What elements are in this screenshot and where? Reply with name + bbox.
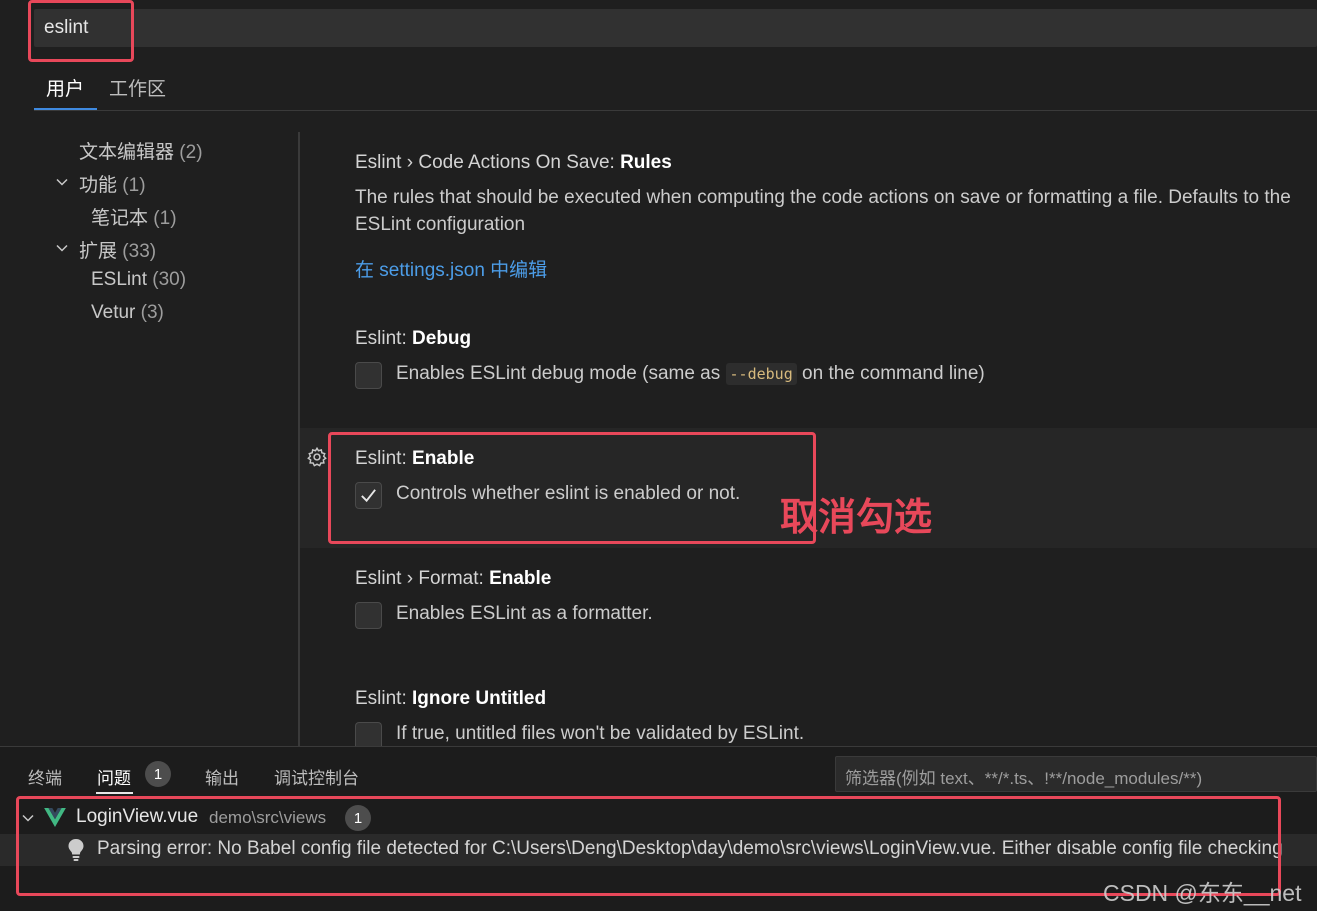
setting-title-debug: Eslint: Debug [355, 328, 472, 349]
panel-border[interactable] [0, 746, 1317, 747]
ignore-untitled-checkbox[interactable] [355, 722, 382, 746]
annotation-uncheck: 取消勾选 [780, 497, 933, 539]
setting-title-code-actions-rules: Eslint › Code Actions On Save: Rules [355, 152, 672, 173]
problems-count-badge: 1 [145, 761, 171, 787]
tab-user[interactable]: 用户 [46, 74, 84, 101]
format-enable-checkbox[interactable] [355, 602, 382, 629]
tree-item-text-editor[interactable]: 文本编辑器 (2) [79, 137, 203, 164]
gear-icon[interactable] [306, 446, 328, 468]
problem-highlight-box [16, 796, 1281, 896]
setting-desc-debug: Enables ESLint debug mode (same as --deb… [396, 363, 985, 385]
setting-desc-format-enable: Enables ESLint as a formatter. [396, 603, 653, 624]
panel-tab-terminal[interactable]: 终端 [28, 764, 62, 789]
chevron-down-icon[interactable] [56, 176, 68, 188]
csdn-watermark: CSDN @东东__net [1103, 880, 1302, 906]
settings-search-input[interactable] [44, 10, 644, 46]
tree-item-extensions[interactable]: 扩展 (33) [79, 236, 156, 263]
tree-item-notebook[interactable]: 笔记本 (1) [91, 203, 177, 230]
panel-tab-output[interactable]: 输出 [205, 764, 239, 789]
tabs-divider [34, 110, 1317, 111]
active-tab-indicator [34, 108, 97, 110]
setting-desc-ignore-untitled: If true, untitled files won't be validat… [396, 723, 805, 744]
tree-item-features[interactable]: 功能 (1) [79, 170, 146, 197]
panel-tab-problems[interactable]: 问题 [97, 764, 131, 789]
panel-tab-debug-console[interactable]: 调试控制台 [274, 764, 359, 789]
enable-highlight-box [328, 432, 816, 544]
chevron-down-icon[interactable] [56, 242, 68, 254]
tree-item-vetur[interactable]: Vetur (3) [91, 302, 164, 324]
search-highlight-box [28, 0, 134, 62]
setting-title-format-enable: Eslint › Format: Enable [355, 568, 552, 589]
debug-flag-code: --debug [725, 363, 797, 385]
active-panel-tab-indicator [96, 792, 133, 794]
edit-in-settings-json-link[interactable]: 在 settings.json 中编辑 [355, 255, 547, 282]
tab-workspace[interactable]: 工作区 [109, 74, 166, 101]
debug-checkbox[interactable] [355, 362, 382, 389]
setting-title-ignore-untitled: Eslint: Ignore Untitled [355, 688, 547, 709]
setting-desc-line: ESLint configuration [355, 214, 526, 235]
problems-filter-input[interactable]: 筛选器(例如 text、**/*.ts、!**/node_modules/**) [835, 756, 1317, 792]
setting-desc-line: The rules that should be executed when c… [355, 187, 1291, 208]
tree-item-eslint[interactable]: ESLint (30) [91, 269, 186, 291]
